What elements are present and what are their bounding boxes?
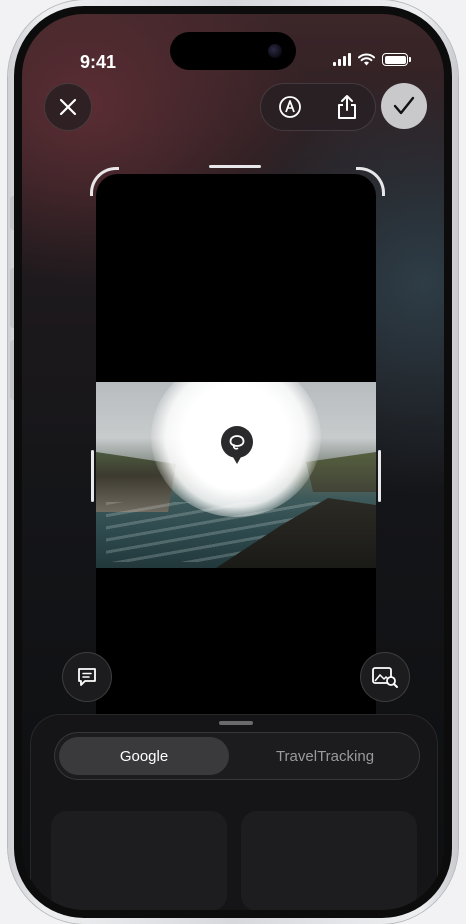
close-icon [59, 98, 77, 116]
tab-google[interactable]: Google [59, 737, 229, 775]
crop-handle-left[interactable] [91, 450, 94, 502]
cellular-signal-icon [333, 53, 351, 66]
share-button[interactable] [318, 84, 375, 130]
result-card[interactable] [51, 811, 227, 910]
status-time: 9:41 [80, 52, 117, 72]
status-icons [333, 53, 411, 66]
battery-icon [382, 53, 411, 66]
markup-button[interactable] [261, 84, 318, 130]
chat-bubble-icon [78, 668, 96, 686]
close-button[interactable] [44, 83, 92, 131]
dynamic-island [170, 32, 296, 70]
chat-button[interactable] [62, 652, 112, 702]
waterfall-photo [96, 382, 376, 568]
markup-pen-icon [278, 96, 301, 118]
front-camera [268, 44, 282, 58]
confirm-button[interactable] [381, 83, 427, 129]
edit-tools-group [260, 83, 376, 131]
result-card[interactable] [241, 811, 417, 910]
crop-corner-top-left[interactable] [90, 167, 119, 196]
share-icon [337, 95, 356, 119]
sheet-grabber[interactable] [219, 721, 253, 725]
crop-handle-top[interactable] [209, 165, 261, 168]
checkmark-icon [393, 96, 415, 115]
image-search-icon [372, 667, 398, 688]
screen: 9:41 Google TravelTracking [22, 14, 444, 910]
crop-handle-right[interactable] [378, 450, 381, 502]
visual-lookup-button[interactable] [221, 426, 253, 464]
visual-lookup-icon [229, 435, 245, 450]
tab-traveltracking[interactable]: TravelTracking [235, 737, 415, 775]
image-search-button[interactable] [360, 652, 410, 702]
results-sheet[interactable]: Google TravelTracking [30, 714, 438, 910]
wifi-icon [358, 53, 375, 66]
crop-corner-top-right[interactable] [356, 167, 385, 196]
source-segmented-control: Google TravelTracking [54, 732, 420, 780]
